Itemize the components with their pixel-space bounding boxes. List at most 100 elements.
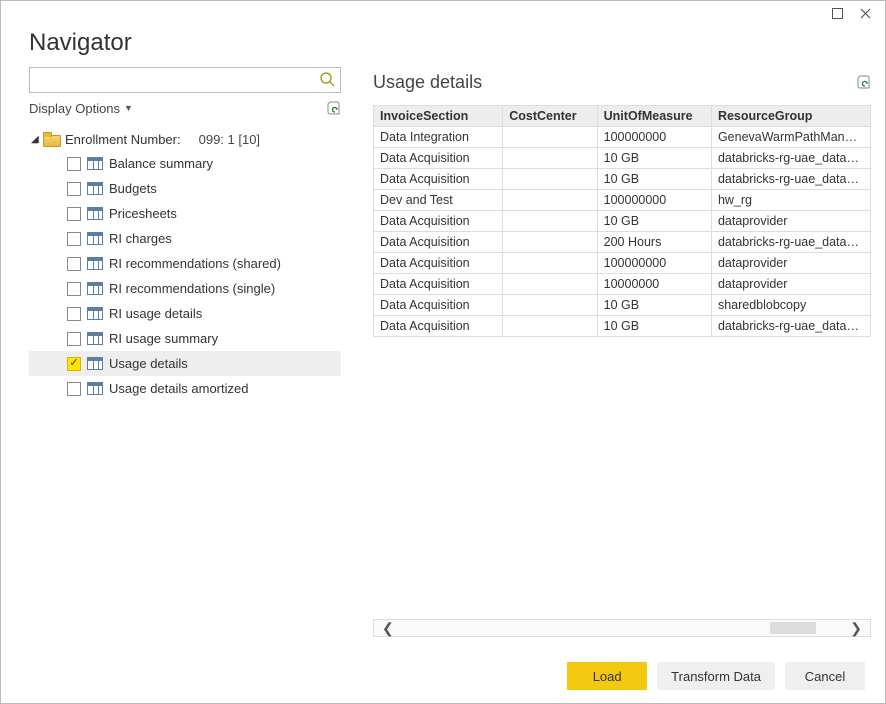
- column-header[interactable]: UnitOfMeasure: [597, 106, 711, 127]
- tree-item[interactable]: Budgets: [29, 176, 341, 201]
- table-cell: Data Acquisition: [374, 169, 503, 190]
- search-icon[interactable]: [318, 70, 336, 88]
- table-cell: [503, 190, 597, 211]
- preview-panel: Usage details InvoiceSectionCostCenterUn…: [341, 67, 871, 637]
- transform-data-button[interactable]: Transform Data: [657, 662, 775, 690]
- tree-item[interactable]: Pricesheets: [29, 201, 341, 226]
- preview-title: Usage details: [373, 72, 482, 93]
- table-icon: [87, 207, 103, 220]
- nav-tree: ◢ Enrollment Number: 099: 1 [10] Balance…: [29, 127, 341, 401]
- tree-item-label: RI usage details: [109, 306, 202, 321]
- titlebar: [1, 1, 885, 25]
- scroll-left-icon[interactable]: ❮: [376, 621, 400, 635]
- column-header[interactable]: InvoiceSection: [374, 106, 503, 127]
- table-row[interactable]: Data Acquisition10 GBdatabricks-rg-uae_d…: [374, 148, 871, 169]
- tree-item-label: RI usage summary: [109, 331, 218, 346]
- tree-item[interactable]: RI recommendations (shared): [29, 251, 341, 276]
- tree-item[interactable]: RI usage summary: [29, 326, 341, 351]
- table-cell: 10 GB: [597, 316, 711, 337]
- tree-item[interactable]: RI charges: [29, 226, 341, 251]
- folder-icon: [43, 132, 59, 146]
- table-cell: 100000000: [597, 253, 711, 274]
- close-icon[interactable]: [851, 3, 879, 23]
- table-row[interactable]: Data Acquisition10 GBdatabricks-rg-uae_d…: [374, 169, 871, 190]
- checkbox[interactable]: [67, 382, 81, 396]
- tree-item[interactable]: RI recommendations (single): [29, 276, 341, 301]
- table-cell: Data Acquisition: [374, 232, 503, 253]
- checkbox[interactable]: [67, 332, 81, 346]
- search-box[interactable]: [29, 67, 341, 93]
- table-row[interactable]: Data Acquisition10000000dataprovider: [374, 274, 871, 295]
- preview-refresh-icon[interactable]: [855, 74, 871, 90]
- maximize-icon[interactable]: [823, 3, 851, 23]
- checkbox[interactable]: [67, 257, 81, 271]
- tree-item[interactable]: ✓ Usage details: [29, 351, 341, 376]
- table-row[interactable]: Data Acquisition10 GBdatabricks-rg-uae_d…: [374, 316, 871, 337]
- scroll-thumb[interactable]: [770, 622, 816, 634]
- dialog-footer: Load Transform Data Cancel: [1, 649, 885, 703]
- table-cell: [503, 253, 597, 274]
- table-icon: [87, 357, 103, 370]
- table-icon: [87, 232, 103, 245]
- tree-item-label: RI recommendations (shared): [109, 256, 281, 271]
- horizontal-scrollbar[interactable]: ❮ ❯: [373, 619, 871, 637]
- tree-item[interactable]: Usage details amortized: [29, 376, 341, 401]
- table-cell: 100000000: [597, 127, 711, 148]
- navigator-dialog: Navigator Display Options ▼: [0, 0, 886, 704]
- table-row[interactable]: Data Acquisition 10 GBsharedblobcopy: [374, 295, 871, 316]
- scroll-right-icon[interactable]: ❯: [844, 621, 868, 635]
- load-button[interactable]: Load: [567, 662, 647, 690]
- checkbox[interactable]: [67, 232, 81, 246]
- refresh-icon[interactable]: [325, 100, 341, 116]
- table-cell: 200 Hours: [597, 232, 711, 253]
- column-header[interactable]: CostCenter: [503, 106, 597, 127]
- table-cell: hw_rg: [711, 190, 870, 211]
- table-row[interactable]: Dev and Test100000000hw_rg: [374, 190, 871, 211]
- tree-item[interactable]: Balance summary: [29, 151, 341, 176]
- table-cell: GenevaWarmPathManageRG: [711, 127, 870, 148]
- checkbox[interactable]: ✓: [67, 357, 81, 371]
- search-input[interactable]: [30, 68, 314, 92]
- tree-parent-row[interactable]: ◢ Enrollment Number: 099: 1 [10]: [29, 127, 341, 151]
- tree-item-label: Usage details amortized: [109, 381, 248, 396]
- table-icon: [87, 307, 103, 320]
- collapse-icon[interactable]: ◢: [31, 134, 43, 145]
- table-row[interactable]: Data Acquisition200 Hoursdatabricks-rg-u…: [374, 232, 871, 253]
- tree-item-label: RI charges: [109, 231, 172, 246]
- checkbox[interactable]: [67, 182, 81, 196]
- table-cell: Data Acquisition: [374, 211, 503, 232]
- tree-item[interactable]: RI usage details: [29, 301, 341, 326]
- display-options-dropdown[interactable]: Display Options ▼: [29, 101, 133, 116]
- table-cell: Dev and Test: [374, 190, 503, 211]
- table-cell: dataprovider: [711, 274, 870, 295]
- checkbox[interactable]: [67, 282, 81, 296]
- table-icon: [87, 257, 103, 270]
- table-cell: sharedblobcopy: [711, 295, 870, 316]
- table-cell: 10 GB: [597, 295, 711, 316]
- table-icon: [87, 332, 103, 345]
- tree-item-label: Usage details: [109, 356, 188, 371]
- tree-parent-label: Enrollment Number:: [65, 132, 181, 147]
- checkbox[interactable]: [67, 157, 81, 171]
- tree-parent-suffix: 099: 1 [10]: [199, 132, 260, 147]
- table-cell: dataprovider: [711, 211, 870, 232]
- checkbox[interactable]: [67, 207, 81, 221]
- table-header-row: InvoiceSectionCostCenterUnitOfMeasureRes…: [374, 106, 871, 127]
- scroll-track[interactable]: [400, 620, 845, 636]
- table-cell: [503, 211, 597, 232]
- table-cell: [503, 232, 597, 253]
- table-cell: Data Acquisition: [374, 316, 503, 337]
- dialog-title: Navigator: [29, 29, 857, 57]
- cancel-button[interactable]: Cancel: [785, 662, 865, 690]
- table-row[interactable]: Data Acquisition10 GBdataprovider: [374, 211, 871, 232]
- table-cell: Data Integration: [374, 127, 503, 148]
- preview-table: InvoiceSectionCostCenterUnitOfMeasureRes…: [373, 105, 871, 337]
- table-row[interactable]: Data Acquisition100000000dataprovider: [374, 253, 871, 274]
- table-cell: Data Acquisition: [374, 295, 503, 316]
- checkbox[interactable]: [67, 307, 81, 321]
- column-header[interactable]: ResourceGroup: [711, 106, 870, 127]
- table-icon: [87, 182, 103, 195]
- table-cell: Data Acquisition: [374, 253, 503, 274]
- table-row[interactable]: Data Integration 100000000GenevaWarmPathM…: [374, 127, 871, 148]
- table-cell: 10 GB: [597, 169, 711, 190]
